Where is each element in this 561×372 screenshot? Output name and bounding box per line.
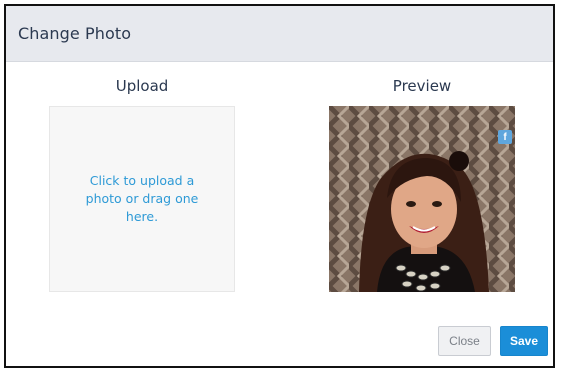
profile-photo bbox=[329, 106, 515, 292]
dialog-title: Change Photo bbox=[18, 24, 132, 43]
facebook-icon: f bbox=[498, 130, 512, 144]
upload-instructions[interactable]: Click to upload a photo or drag one here… bbox=[77, 172, 207, 226]
save-button[interactable]: Save bbox=[500, 326, 548, 356]
photo-preview: f bbox=[329, 106, 515, 292]
preview-heading: Preview bbox=[392, 77, 452, 95]
upload-heading: Upload bbox=[115, 77, 169, 95]
dialog-header: Change Photo bbox=[6, 6, 553, 62]
close-button[interactable]: Close bbox=[438, 326, 491, 356]
upload-dropzone[interactable]: Click to upload a photo or drag one here… bbox=[49, 106, 235, 292]
